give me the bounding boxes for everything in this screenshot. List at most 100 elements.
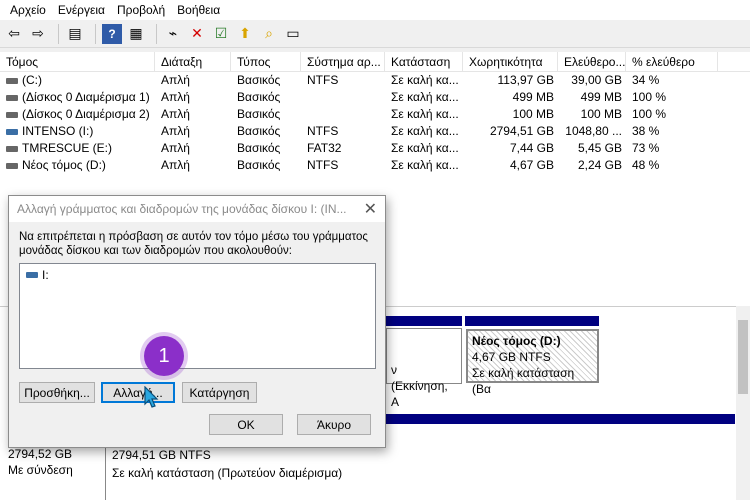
cell-text: NTFS (307, 124, 339, 138)
cell-layout: Απλή (155, 72, 231, 89)
menu-view[interactable]: Προβολή (111, 3, 171, 17)
list-item[interactable]: I: (26, 268, 369, 282)
col-filesystem[interactable]: Σύστημα αρ... (301, 52, 385, 71)
cell-text: Σε καλή κα... (391, 73, 459, 87)
checkmark-icon[interactable]: ☑ (211, 24, 231, 44)
cell-text: 499 MB (512, 90, 554, 104)
col-status[interactable]: Κατάσταση (385, 52, 463, 71)
cell-text: 1048,80 ... (565, 124, 622, 138)
cell-text: Σε καλή κα... (391, 141, 459, 155)
cell-fs: NTFS (301, 123, 385, 140)
menu-action[interactable]: Ενέργεια (52, 3, 111, 17)
col-percent-free[interactable]: % ελεύθερο (626, 52, 718, 71)
partition-d-title: Νέος τόμος (D:) (472, 334, 561, 348)
cell-name: (C:) (0, 72, 155, 89)
cell-text: Απλή (161, 124, 190, 138)
table-row[interactable]: (C:) Απλή Βασικός NTFS Σε καλή κα... 113,97 G… (0, 72, 750, 89)
ok-button[interactable]: OK (209, 414, 283, 435)
cell-text: Απλή (161, 107, 190, 121)
cell-text: 2,24 GB (577, 158, 622, 172)
cell-name: (Δίσκος 0 Διαμέρισμα 1) (0, 89, 155, 106)
cancel-button[interactable]: Άκυρο (297, 414, 371, 435)
search-icon[interactable]: ⌕ (259, 24, 279, 44)
cell-text: Νέος τόμος (D:) (22, 158, 106, 172)
partition-d[interactable]: Νέος τόμος (D:) 4,67 GB NTFS Σε καλή κατ… (466, 329, 599, 396)
delete-icon[interactable]: ✕ (187, 24, 207, 44)
table-row[interactable]: (Δίσκος 0 Διαμέρισμα 1) Απλή Βασικός Σε καλ… (0, 89, 750, 106)
add-button[interactable]: Προσθήκη... (19, 382, 95, 403)
menu-help[interactable]: Βοήθεια (171, 3, 226, 17)
cell-text: Απλή (161, 141, 190, 155)
drive-paths-list[interactable]: I: (19, 263, 376, 369)
cell-type: Βασικός (231, 140, 301, 157)
console-tree-icon[interactable]: ▤ (65, 24, 85, 44)
cell-free: 100 MB (558, 106, 626, 123)
scrollbar-thumb[interactable] (738, 320, 748, 394)
cell-status: Σε καλή κα... (385, 106, 463, 123)
cell-text: INTENSO (I:) (22, 124, 94, 138)
cell-layout: Απλή (155, 140, 231, 157)
close-icon[interactable]: ✕ (364, 199, 377, 219)
toolbar-separator (58, 23, 59, 44)
change-button[interactable]: Αλλαγή... (101, 382, 175, 403)
cell-free: 5,45 GB (558, 140, 626, 157)
cell-free: 39,00 GB (558, 72, 626, 89)
cell-text: 5,45 GB (577, 141, 622, 155)
connect-icon[interactable]: ⌁ (163, 24, 183, 44)
cell-name: INTENSO (I:) (0, 123, 155, 140)
cell-fs (301, 89, 385, 106)
cell-layout: Απλή (155, 106, 231, 123)
cell-pct: 100 % (626, 106, 718, 123)
partition-bar (465, 316, 599, 326)
table-row[interactable]: Νέος τόμος (D:) Απλή Βασικός NTFS Σε καλή κα… (0, 157, 750, 174)
volume-rows: (C:) Απλή Βασικός NTFS Σε καλή κα... 113,97 G… (0, 72, 750, 174)
remove-button[interactable]: Κατάργηση (182, 382, 257, 403)
col-type[interactable]: Τύπος (231, 52, 301, 71)
cell-status: Σε καλή κα... (385, 123, 463, 140)
cell-text: Σε καλή κα... (391, 158, 459, 172)
cell-type: Βασικός (231, 72, 301, 89)
drive-icon (6, 77, 18, 84)
list-item-label: I: (42, 268, 49, 282)
change-drive-letter-dialog: Αλλαγή γράμματος και διαδρομών της μονάδ… (8, 195, 386, 448)
cell-text: Βασικός (237, 107, 281, 121)
cell-name: (Δίσκος 0 Διαμέρισμα 2) (0, 106, 155, 123)
menu-file[interactable]: Αρχείο (4, 3, 52, 17)
help-icon[interactable]: ? (102, 23, 122, 44)
table-row[interactable]: TMRESCUE (E:) Απλή Βασικός FAT32 Σε καλή κα.… (0, 140, 750, 157)
back-icon[interactable]: ⇦ (4, 24, 24, 44)
show-pane-icon[interactable]: ▦ (126, 24, 146, 44)
toolbar-separator (156, 23, 157, 44)
cell-fs (301, 106, 385, 123)
table-row[interactable]: INTENSO (I:) Απλή Βασικός NTFS Σε καλή κα...… (0, 123, 750, 140)
cell-text: 100 % (632, 107, 667, 121)
partition-intenso-status: Σε καλή κατάσταση (Πρωτεύον διαμέρισμα) (112, 466, 343, 480)
cell-name: TMRESCUE (E:) (0, 140, 155, 157)
cell-text: (Δίσκος 0 Διαμέρισμα 1) (22, 90, 150, 104)
col-free[interactable]: Ελεύθερο... (558, 52, 626, 71)
cell-text: NTFS (307, 73, 339, 87)
col-layout[interactable]: Διάταξη (155, 52, 231, 71)
cell-text: 73 % (632, 141, 660, 155)
col-volume[interactable]: Τόμος (0, 52, 155, 71)
cell-text: Σε καλή κα... (391, 124, 459, 138)
partition-c[interactable]: ν (Εκκίνηση, Α (386, 328, 462, 409)
cell-text: 113,97 GB (497, 73, 554, 87)
cell-text: 39,00 GB (571, 73, 622, 87)
cell-text: 48 % (632, 158, 660, 172)
cell-status: Σε καλή κα... (385, 157, 463, 174)
cell-text: Βασικός (237, 158, 281, 172)
cell-pct: 100 % (626, 89, 718, 106)
properties-icon[interactable]: ▭ (283, 24, 303, 44)
table-row[interactable]: (Δίσκος 0 Διαμέρισμα 2) Απλή Βασικός Σε καλ… (0, 106, 750, 123)
col-capacity[interactable]: Χωρητικότητα (463, 52, 558, 71)
dialog-title: Αλλαγή γράμματος και διαδρομών της μονάδ… (9, 196, 385, 222)
forward-icon[interactable]: ⇨ (28, 24, 48, 44)
cell-text: 34 % (632, 73, 660, 87)
toolbar-separator (95, 23, 96, 44)
cell-capacity: 113,97 GB (463, 72, 558, 89)
cell-type: Βασικός (231, 123, 301, 140)
cell-text: (Δίσκος 0 Διαμέρισμα 2) (22, 107, 150, 121)
folder-up-icon[interactable]: ⬆ (235, 24, 255, 44)
cell-text: 499 MB (580, 90, 622, 104)
